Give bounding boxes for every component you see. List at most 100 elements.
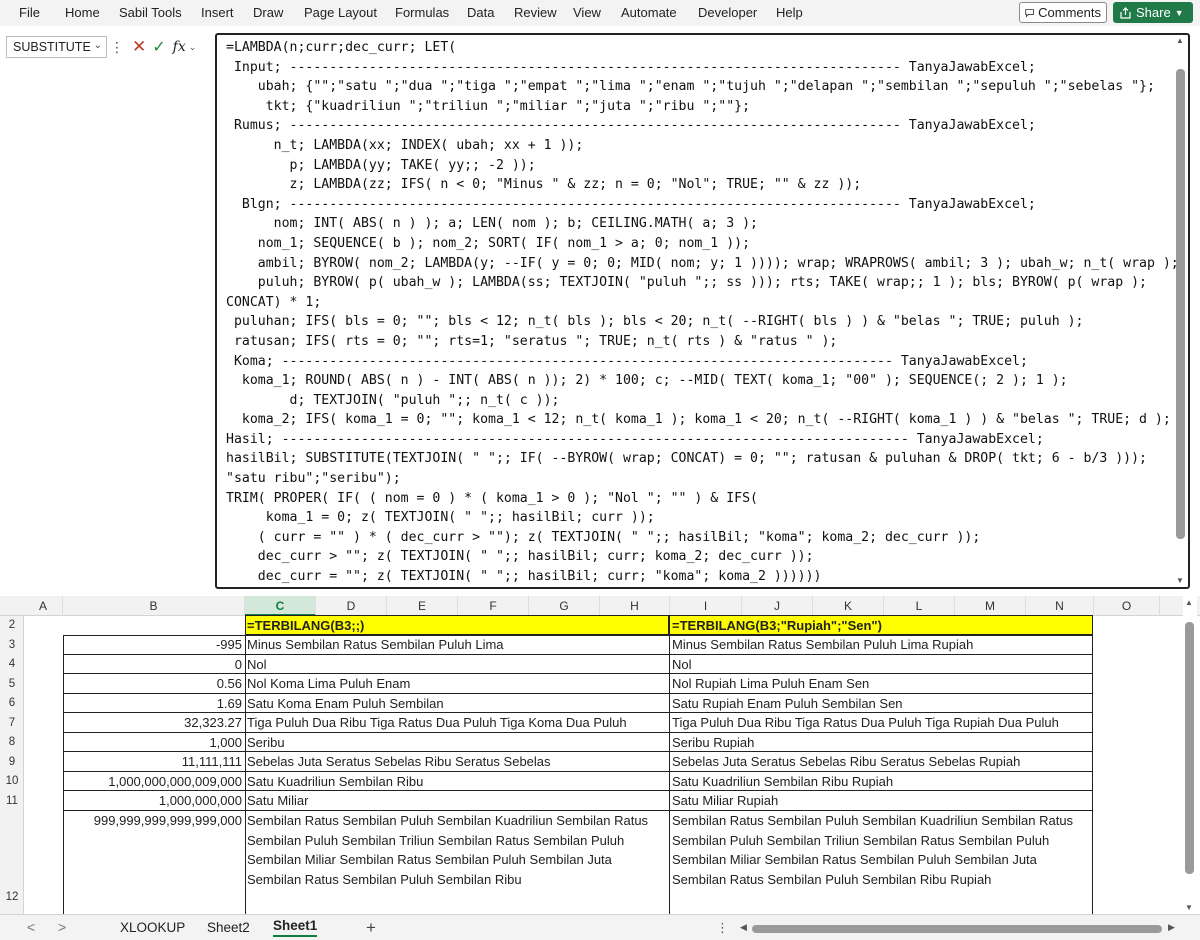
scroll-thumb[interactable] <box>1185 622 1194 874</box>
row-header-12[interactable]: 12 <box>0 811 24 903</box>
cell-c-terbilang[interactable]: Satu Miliar <box>245 791 668 811</box>
cell-i-terbilang-rupiah[interactable]: Sebelas Juta Seratus Sebelas Ribu Seratu… <box>670 752 1092 772</box>
cell-i-terbilang-line[interactable]: Sembilan Ratus Sembilan Puluh Sembilan R… <box>670 870 1092 889</box>
add-sheet-button[interactable]: + <box>366 918 376 938</box>
row-header-5[interactable]: 5 <box>0 674 24 694</box>
cell-c2-header[interactable]: =TERBILANG(B3;;) <box>245 616 668 635</box>
more-options-icon[interactable]: ⋮ <box>716 920 729 936</box>
row-header-11[interactable]: 11 <box>0 791 24 811</box>
scroll-down-icon[interactable]: ▼ <box>1176 576 1184 585</box>
chevron-down-icon[interactable]: ⌄ <box>94 40 102 51</box>
scroll-down-icon[interactable]: ▼ <box>1185 903 1193 912</box>
row-header-3[interactable]: 3 <box>0 635 24 655</box>
column-header-d[interactable]: D <box>316 596 387 616</box>
comments-button[interactable]: Comments <box>1019 2 1107 23</box>
cell-b-value[interactable]: 0 <box>63 655 244 674</box>
cell-i-terbilang-line[interactable]: Sembilan Puluh Sembilan Triliun Sembilan… <box>670 831 1092 850</box>
column-header-n[interactable]: N <box>1026 596 1094 616</box>
cell-b-value[interactable]: 1,000,000,000 <box>63 791 244 811</box>
cell-i2-header[interactable]: =TERBILANG(B3;"Rupiah";"Sen") <box>670 616 1092 635</box>
column-header-k[interactable]: K <box>813 596 884 616</box>
menu-file[interactable]: File <box>19 5 40 20</box>
cell-c-terbilang-line[interactable]: Sembilan Ratus Sembilan Puluh Sembilan R… <box>245 870 668 889</box>
column-header-l[interactable]: L <box>884 596 955 616</box>
column-header-g[interactable]: G <box>529 596 600 616</box>
cell-b-value[interactable]: 1.69 <box>63 694 244 713</box>
horizontal-scroll-thumb[interactable] <box>752 925 1162 933</box>
tab-scroll-right-icon[interactable]: > <box>58 919 66 935</box>
row-header-6[interactable]: 6 <box>0 694 24 713</box>
cell-i-terbilang-rupiah[interactable]: Satu Rupiah Enam Puluh Sembilan Sen <box>670 694 1092 713</box>
chevron-down-icon[interactable]: ⌄ <box>189 42 197 53</box>
menu-page-layout[interactable]: Page Layout <box>304 5 377 20</box>
cell-b-value[interactable]: 1,000,000,000,009,000 <box>63 772 244 791</box>
vertical-scrollbar[interactable]: ▲ ▼ <box>1183 596 1197 914</box>
menu-data[interactable]: Data <box>467 5 494 20</box>
menu-help[interactable]: Help <box>776 5 803 20</box>
cell-c-terbilang[interactable]: Nol <box>245 655 668 674</box>
cell-i-terbilang-rupiah[interactable]: Satu Kuadriliun Sembilan Ribu Rupiah <box>670 772 1092 791</box>
cell-c-terbilang-line[interactable]: Sembilan Ratus Sembilan Puluh Sembilan K… <box>245 811 668 830</box>
scroll-left-icon[interactable]: ◀ <box>740 922 747 933</box>
cell-b-value[interactable]: 1,000 <box>63 733 244 752</box>
tab-scroll-left-icon[interactable]: < <box>27 919 35 935</box>
cell-c-terbilang-line[interactable]: Sembilan Miliar Sembilan Ratus Sembilan … <box>245 850 668 869</box>
insert-function-button[interactable]: fx <box>173 39 186 55</box>
cell-c-terbilang[interactable]: Seribu <box>245 733 668 752</box>
column-header-f[interactable]: F <box>458 596 529 616</box>
menu-formulas[interactable]: Formulas <box>395 5 449 20</box>
cell-i-terbilang-line[interactable]: Sembilan Miliar Sembilan Ratus Sembilan … <box>670 850 1092 869</box>
column-header-m[interactable]: M <box>955 596 1026 616</box>
cell-i-terbilang-rupiah[interactable]: Seribu Rupiah <box>670 733 1092 752</box>
cell-c-terbilang[interactable]: Nol Koma Lima Puluh Enam <box>245 674 668 694</box>
menu-automate[interactable]: Automate <box>621 5 677 20</box>
cell-i-terbilang-line[interactable]: Sembilan Ratus Sembilan Puluh Sembilan K… <box>670 811 1092 830</box>
formula-bar-input[interactable]: =LAMBDA(n;curr;dec_curr; LET( Input; ---… <box>215 33 1190 589</box>
cell-c-terbilang[interactable]: Satu Kuadriliun Sembilan Ribu <box>245 772 668 791</box>
cell-b-value[interactable]: 32,323.27 <box>63 713 244 733</box>
cell-i-terbilang-rupiah[interactable]: Tiga Puluh Dua Ribu Tiga Ratus Dua Puluh… <box>670 713 1092 733</box>
cell-b-value[interactable]: 0.56 <box>63 674 244 694</box>
enter-check-icon[interactable]: ✓ <box>152 37 165 57</box>
column-header-h[interactable]: H <box>600 596 670 616</box>
cell-i-terbilang-rupiah[interactable]: Minus Sembilan Ratus Sembilan Puluh Lima… <box>670 635 1092 655</box>
column-header-a[interactable]: A <box>24 596 63 616</box>
column-header-j[interactable]: J <box>742 596 813 616</box>
menu-draw[interactable]: Draw <box>253 5 283 20</box>
column-header-b[interactable]: B <box>63 596 245 616</box>
column-header-i[interactable]: I <box>670 596 742 616</box>
scroll-thumb[interactable] <box>1176 69 1185 539</box>
row-header-2[interactable]: 2 <box>0 616 24 635</box>
cell-i-terbilang-rupiah[interactable]: Satu Miliar Rupiah <box>670 791 1092 811</box>
cell-c-terbilang[interactable]: Sebelas Juta Seratus Sebelas Ribu Seratu… <box>245 752 668 772</box>
menu-home[interactable]: Home <box>65 5 100 20</box>
cell-c-terbilang[interactable]: Minus Sembilan Ratus Sembilan Puluh Lima <box>245 635 668 655</box>
tab-sheet2[interactable]: Sheet2 <box>207 920 250 935</box>
column-header-c[interactable]: C <box>245 596 316 616</box>
cancel-icon[interactable]: ✕ <box>132 37 146 57</box>
share-button[interactable]: Share ▼ <box>1113 2 1193 23</box>
tab-xlookup[interactable]: XLOOKUP <box>120 920 185 935</box>
row-header-8[interactable]: 8 <box>0 733 24 752</box>
cell-c-terbilang-line[interactable]: Sembilan Puluh Sembilan Triliun Sembilan… <box>245 831 668 850</box>
cell-c-terbilang[interactable]: Tiga Puluh Dua Ribu Tiga Ratus Dua Puluh… <box>245 713 668 733</box>
row-header-4[interactable]: 4 <box>0 655 24 674</box>
worksheet-grid[interactable]: ABCDEFGHIJKLMNO 2 3 4 5 6 7 8 9 10 11 12 =TERBILAN… <box>0 596 1200 914</box>
menu-view[interactable]: View <box>573 5 601 20</box>
menu-sabil-tools[interactable]: Sabil Tools <box>119 5 182 20</box>
formula-bar-scrollbar[interactable]: ▲ ▼ <box>1175 36 1186 585</box>
column-header-e[interactable]: E <box>387 596 458 616</box>
cell-b-value[interactable]: 11,111,111 <box>63 752 244 772</box>
name-box[interactable]: SUBSTITUTE ⌄ <box>6 36 107 58</box>
cell-c-terbilang[interactable]: Satu Koma Enam Puluh Sembilan <box>245 694 668 713</box>
menu-insert[interactable]: Insert <box>201 5 234 20</box>
row-header-10[interactable]: 10 <box>0 772 24 791</box>
menu-developer[interactable]: Developer <box>698 5 757 20</box>
cell-b-value[interactable]: 999,999,999,999,999,000 <box>63 811 244 831</box>
cell-i-terbilang-rupiah[interactable]: Nol Rupiah Lima Puluh Enam Sen <box>670 674 1092 694</box>
scroll-up-icon[interactable]: ▲ <box>1185 598 1193 607</box>
menu-review[interactable]: Review <box>514 5 557 20</box>
row-header-7[interactable]: 7 <box>0 713 24 733</box>
row-header-9[interactable]: 9 <box>0 752 24 772</box>
scroll-right-icon[interactable]: ▶ <box>1168 922 1175 933</box>
